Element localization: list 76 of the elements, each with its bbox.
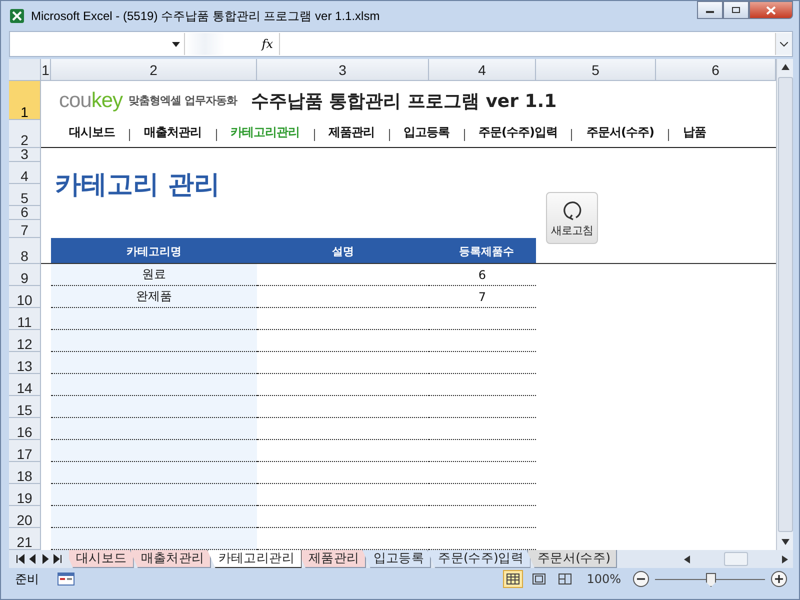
column-header[interactable]: 1 bbox=[41, 59, 51, 81]
row-header[interactable]: 11 bbox=[9, 308, 41, 330]
column-header[interactable]: 3 bbox=[257, 59, 429, 81]
row-header[interactable]: 13 bbox=[9, 352, 41, 374]
row-header[interactable]: 21 bbox=[9, 528, 41, 550]
nav-link[interactable]: 입고등록 bbox=[404, 124, 450, 141]
nav-link[interactable]: 카테고리관리 bbox=[230, 124, 300, 141]
row-header[interactable]: 7 bbox=[9, 220, 41, 238]
nav-link[interactable]: 주문(수주)입력 bbox=[478, 124, 558, 141]
nav-link[interactable]: 매출처관리 bbox=[144, 124, 202, 141]
nav-link[interactable]: 주문서(수주) bbox=[586, 124, 654, 141]
zoom-slider[interactable] bbox=[655, 572, 765, 586]
page-heading: 카테고리 관리 bbox=[54, 168, 222, 202]
restore-icon bbox=[731, 6, 741, 14]
row-header[interactable]: 10 bbox=[9, 286, 41, 308]
zoom-in-button[interactable] bbox=[771, 571, 787, 587]
column-header[interactable]: 6 bbox=[656, 59, 776, 81]
table-cell: 원료 bbox=[51, 264, 257, 286]
close-icon bbox=[766, 6, 776, 14]
nav-link[interactable]: 대시보드 bbox=[69, 124, 115, 141]
row-header[interactable]: 19 bbox=[9, 484, 41, 506]
dropdown-icon[interactable] bbox=[172, 42, 180, 46]
spreadsheet-app-icon bbox=[9, 8, 25, 24]
status-text: 준비 bbox=[15, 570, 39, 588]
zoom-out-button[interactable] bbox=[633, 571, 649, 587]
zoom-slider-thumb[interactable] bbox=[706, 573, 716, 587]
logo: coukey bbox=[59, 88, 123, 112]
minimize-button[interactable] bbox=[697, 1, 723, 19]
scroll-right-icon[interactable] bbox=[781, 554, 789, 564]
close-button[interactable] bbox=[749, 1, 793, 19]
table-header-cell: 등록제품수 bbox=[429, 238, 536, 264]
row-header[interactable]: 16 bbox=[9, 418, 41, 440]
row-header[interactable]: 5 bbox=[9, 184, 41, 206]
expand-button[interactable] bbox=[775, 33, 792, 55]
row-header[interactable]: 12 bbox=[9, 330, 41, 352]
sheet-tab[interactable]: 카테고리관리 bbox=[207, 550, 302, 568]
table-cell: 7 bbox=[429, 286, 536, 308]
row-header[interactable]: 8 bbox=[9, 238, 41, 264]
row-header[interactable]: 20 bbox=[9, 506, 41, 528]
logo-tagline: 맞춤형엑셀 업무자동화 bbox=[128, 93, 237, 108]
table-cell: 6 bbox=[429, 264, 536, 286]
scroll-thumb[interactable] bbox=[724, 552, 748, 566]
macro-record-icon[interactable] bbox=[57, 572, 75, 586]
row-header[interactable]: 3 bbox=[9, 148, 41, 162]
row-header[interactable]: 6 bbox=[9, 206, 41, 220]
refresh-icon bbox=[561, 198, 583, 220]
row-header[interactable]: 14 bbox=[9, 374, 41, 396]
table-header-cell: 카테고리명 bbox=[51, 238, 257, 264]
sheet-tab[interactable]: 주문서(수주) bbox=[526, 550, 618, 568]
sheet-tab[interactable]: 입고등록 bbox=[362, 550, 432, 568]
column-header[interactable]: 2 bbox=[51, 59, 257, 81]
column-header[interactable]: 4 bbox=[429, 59, 536, 81]
window-title: Microsoft Excel - (5519) 수주납품 통합관리 프로그램 ver 1.1.xlsm bbox=[31, 8, 380, 24]
column-header[interactable]: 5 bbox=[536, 59, 656, 81]
chevron-down-icon bbox=[780, 42, 788, 46]
row-header[interactable]: 2 bbox=[9, 120, 41, 148]
row-header[interactable]: 9 bbox=[9, 264, 41, 286]
row-header[interactable]: 1 bbox=[9, 81, 41, 120]
program-title: 수주납품 통합관리 프로그램 ver 1.1 bbox=[250, 90, 557, 112]
sheet-tab[interactable]: 대시보드 bbox=[69, 550, 134, 568]
normal-view-button[interactable] bbox=[502, 570, 523, 588]
nav-link[interactable]: 납품 bbox=[682, 124, 706, 141]
table-cell: 완제품 bbox=[51, 286, 257, 308]
table-header-cell: 설명 bbox=[257, 238, 429, 264]
restore-button[interactable] bbox=[723, 1, 749, 19]
row-header[interactable]: 18 bbox=[9, 462, 41, 484]
refresh-button[interactable]: 새로고침 bbox=[546, 192, 598, 244]
sheet-tab[interactable]: 매출처관리 bbox=[130, 550, 212, 568]
row-header[interactable]: 17 bbox=[9, 440, 41, 462]
zoom-level: 100% bbox=[586, 572, 621, 586]
sheet-tab[interactable]: 주문(수주)입력 bbox=[427, 550, 531, 568]
nav-link[interactable]: 제품관리 bbox=[328, 124, 374, 141]
row-header[interactable]: 4 bbox=[9, 162, 41, 184]
scroll-left-icon[interactable] bbox=[683, 554, 691, 564]
row-header[interactable]: 15 bbox=[9, 396, 41, 418]
plus-icon bbox=[775, 575, 783, 583]
